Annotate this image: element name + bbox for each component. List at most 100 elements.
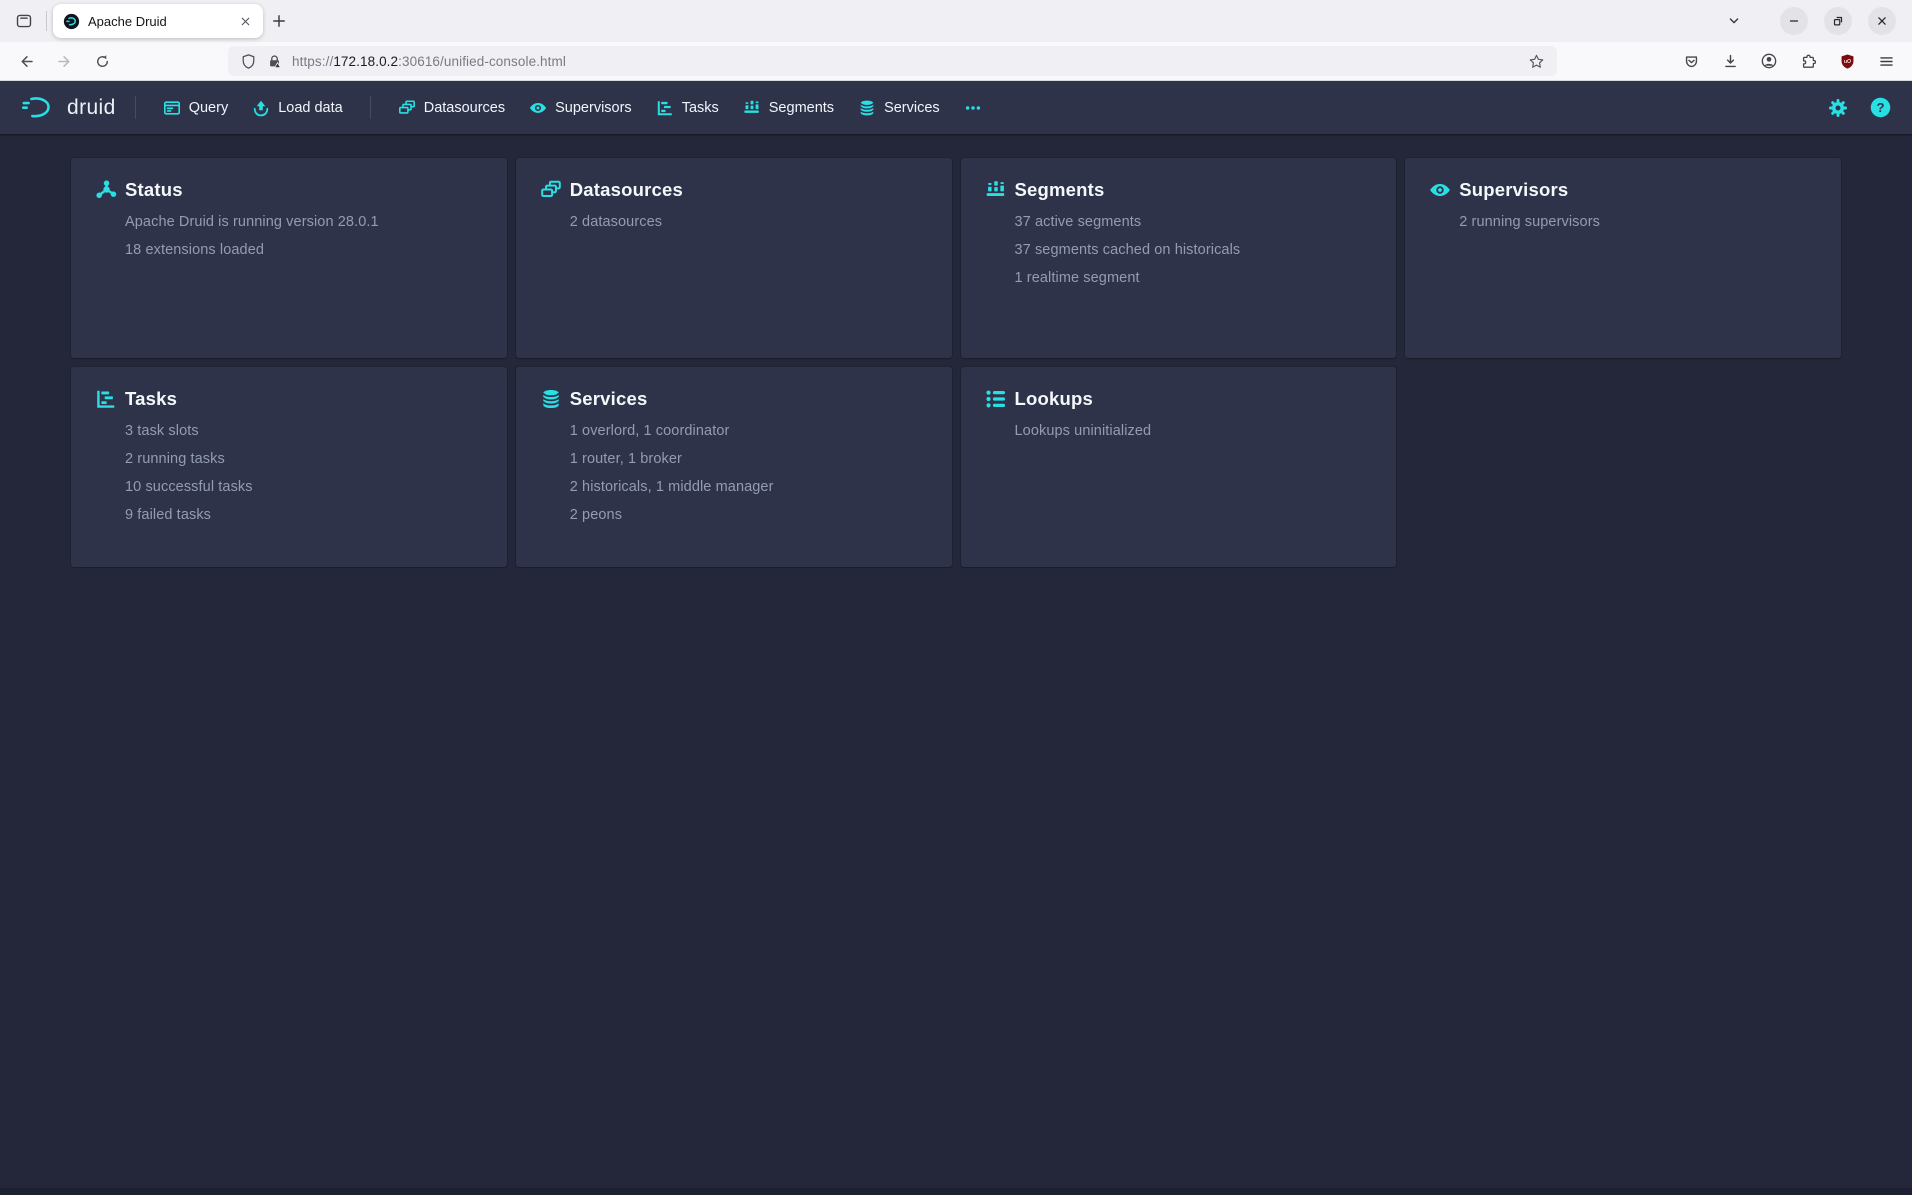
minimize-icon (1787, 14, 1801, 28)
firefox-view-button[interactable] (8, 5, 40, 37)
svg-text:?: ? (1876, 100, 1884, 115)
datasources-card[interactable]: Datasources 2 datasources (516, 158, 952, 358)
nav-item-label: Load data (278, 100, 343, 116)
back-button[interactable] (10, 45, 42, 77)
nav-item-segments[interactable]: Segments (732, 91, 845, 125)
ublock-button[interactable]: uO (1831, 45, 1863, 77)
restore-button[interactable] (1824, 7, 1852, 35)
card-line: 18 extensions loaded (125, 236, 483, 264)
forward-icon (56, 53, 73, 70)
browser-window: Apache Druid (0, 0, 1912, 567)
datasources-icon (398, 99, 416, 117)
nav-item-tasks[interactable]: Tasks (645, 91, 730, 125)
brand-name: druid (67, 96, 116, 120)
settings-button[interactable] (1822, 92, 1854, 124)
gear-icon (1828, 98, 1848, 118)
close-icon (239, 15, 252, 28)
card-line: 2 running supervisors (1459, 208, 1817, 236)
nav-item-label: Services (884, 100, 940, 116)
nav-item-datasources[interactable]: Datasources (387, 91, 516, 125)
card-title: Lookups (1015, 388, 1093, 410)
gantt-icon (95, 388, 117, 410)
pocket-icon (1683, 53, 1700, 70)
window-controls (1780, 7, 1896, 35)
toolbar-extensions-area: uO (1675, 45, 1902, 77)
extensions-button[interactable] (1792, 45, 1824, 77)
nav-item-label: Query (189, 100, 229, 116)
hamburger-icon (1878, 53, 1895, 70)
nav-more-button[interactable] (953, 91, 993, 125)
minimize-button[interactable] (1780, 7, 1808, 35)
card-line: Lookups uninitialized (1015, 417, 1373, 445)
new-tab-button[interactable] (263, 5, 295, 37)
bar-chart-icon (985, 179, 1007, 201)
list-icon (985, 388, 1007, 410)
back-icon (18, 53, 35, 70)
tasks-card[interactable]: Tasks 3 task slots 2 running tasks 10 su… (71, 367, 507, 567)
bottom-edge (0, 1188, 1912, 1195)
query-icon (163, 99, 181, 117)
lock-warning-icon (266, 53, 283, 70)
card-line: 1 realtime segment (1015, 264, 1373, 292)
chevron-down-icon (1726, 13, 1742, 29)
supervisors-card[interactable]: Supervisors 2 running supervisors (1405, 158, 1841, 358)
card-line: 37 segments cached on historicals (1015, 236, 1373, 264)
download-icon (1722, 53, 1739, 70)
nav-item-load-data[interactable]: Load data (241, 91, 354, 125)
card-line: Apache Druid is running version 28.0.1 (125, 208, 483, 236)
card-line: 2 datasources (570, 208, 928, 236)
druid-logo[interactable]: druid (16, 94, 120, 121)
url-scheme: https:// (292, 54, 333, 69)
bookmark-star-button[interactable] (1523, 48, 1549, 74)
navigation-toolbar: https://172.18.0.2:30616/unified-console… (0, 42, 1912, 81)
help-button[interactable]: ? (1864, 92, 1896, 124)
browser-tab[interactable]: Apache Druid (53, 4, 263, 38)
tab-bar: Apache Druid (0, 0, 1912, 42)
card-line: 2 historicals, 1 middle manager (570, 473, 928, 501)
druid-navbar: druid Query Load data Datasource (0, 81, 1912, 134)
tab-title: Apache Druid (88, 14, 225, 29)
forward-button[interactable] (48, 45, 80, 77)
divider (46, 11, 47, 31)
nav-item-query[interactable]: Query (152, 91, 240, 125)
gantt-icon (656, 99, 674, 117)
services-card[interactable]: Services 1 overlord, 1 coordinator 1 rou… (516, 367, 952, 567)
more-icon (964, 99, 982, 117)
url-text: https://172.18.0.2:30616/unified-console… (292, 54, 1514, 69)
restore-icon (1831, 14, 1845, 28)
tab-close-button[interactable] (233, 9, 257, 33)
account-icon (1760, 52, 1778, 70)
menu-button[interactable] (1870, 45, 1902, 77)
url-path: :30616/unified-console.html (398, 54, 566, 69)
divider (370, 96, 371, 119)
datasources-icon (540, 179, 562, 201)
druid-favicon (63, 13, 80, 30)
segments-card[interactable]: Segments 37 active segments 37 segments … (961, 158, 1397, 358)
status-card[interactable]: Status Apache Druid is running version 2… (71, 158, 507, 358)
card-title: Tasks (125, 388, 177, 410)
nav-item-services[interactable]: Services (847, 91, 951, 125)
close-icon (1875, 14, 1889, 28)
nav-item-supervisors[interactable]: Supervisors (518, 91, 643, 125)
lookups-card[interactable]: Lookups Lookups uninitialized (961, 367, 1397, 567)
url-bar[interactable]: https://172.18.0.2:30616/unified-console… (228, 46, 1557, 76)
eye-icon (1429, 179, 1451, 201)
navbar-right: ? (1822, 92, 1896, 124)
list-all-tabs-button[interactable] (1718, 5, 1750, 37)
eye-icon (529, 99, 547, 117)
puzzle-icon (1800, 53, 1817, 70)
downloads-button[interactable] (1714, 45, 1746, 77)
druid-logo-icon (20, 94, 58, 121)
close-button[interactable] (1868, 7, 1896, 35)
card-line: 10 successful tasks (125, 473, 483, 501)
reload-button[interactable] (86, 45, 118, 77)
card-line: 9 failed tasks (125, 501, 483, 529)
card-line: 37 active segments (1015, 208, 1373, 236)
account-button[interactable] (1753, 45, 1785, 77)
bar-chart-icon (743, 99, 761, 117)
card-line: 2 running tasks (125, 445, 483, 473)
pocket-button[interactable] (1675, 45, 1707, 77)
help-icon: ? (1870, 97, 1891, 118)
database-icon (858, 99, 876, 117)
reload-icon (94, 53, 111, 70)
